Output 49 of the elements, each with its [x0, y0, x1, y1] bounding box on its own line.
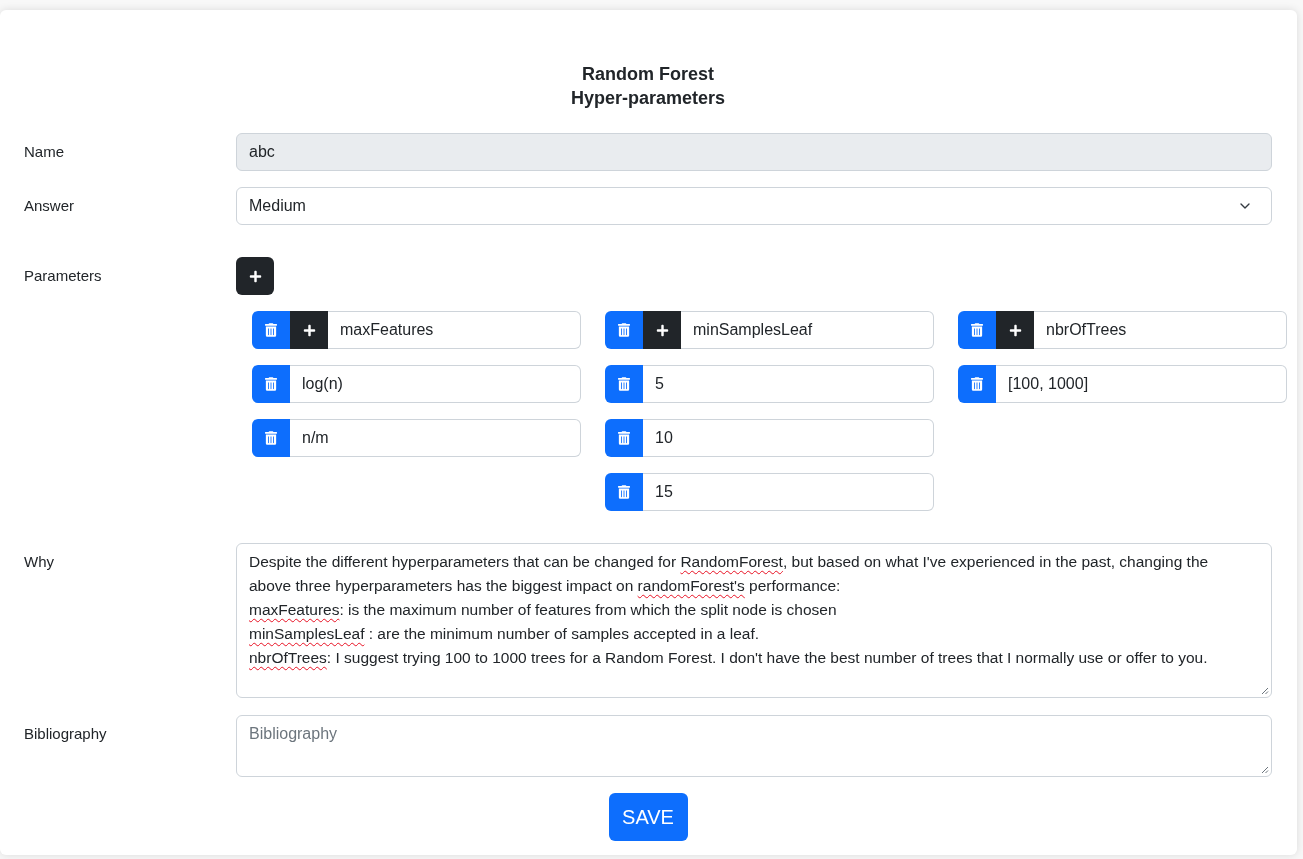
input-field[interactable]: [100, 1000]	[996, 365, 1287, 403]
trash-icon	[618, 377, 630, 391]
delete-button[interactable]	[605, 365, 643, 403]
plus-icon	[655, 323, 669, 337]
delete-button[interactable]	[252, 311, 290, 349]
field-label: Answer	[24, 195, 75, 216]
add-button[interactable]	[290, 311, 328, 349]
delete-button[interactable]	[605, 473, 643, 511]
text-area-content: Despite the different hyperparameters that can be changed for RandomForest, but based on what I've experienced in the past, changing the above three hyperparameters has the biggest impact on randomForest's performance: maxFeatures: is the maximum number of features from which the split node is chosen minSamplesLeaf : are the minimum number of samples accepted in a leaf. nbrOfTrees: I suggest trying 100 to 1000 trees for a Random Forest. I don't have the best number of trees that I normally use or offer to you.	[249, 552, 1210, 668]
trash-icon	[971, 323, 983, 337]
trash-icon	[265, 323, 277, 337]
text-area[interactable]	[236, 543, 1272, 698]
field-label: Name	[24, 141, 64, 162]
delete-button[interactable]	[958, 311, 996, 349]
input-field[interactable]: minSamplesLeaf	[681, 311, 934, 349]
plus-icon	[248, 269, 262, 283]
save-button[interactable]: SAVE	[608, 793, 688, 841]
add-button[interactable]	[643, 311, 681, 349]
delete-button[interactable]	[605, 311, 643, 349]
input-field[interactable]: 15	[643, 473, 934, 511]
resize-handle-icon[interactable]	[1261, 687, 1269, 695]
resize-handle-icon[interactable]	[1261, 766, 1269, 774]
add-button[interactable]	[236, 257, 274, 295]
dropdown-field[interactable]: Medium	[236, 187, 1272, 225]
delete-button[interactable]	[605, 419, 643, 457]
input-field[interactable]: maxFeatures	[328, 311, 581, 349]
plus-icon	[1008, 323, 1022, 337]
delete-button[interactable]	[958, 365, 996, 403]
plus-icon	[302, 323, 316, 337]
field-label: Parameters	[24, 265, 102, 286]
field-label: Bibliography	[24, 723, 107, 744]
trash-icon	[618, 485, 630, 499]
input-field[interactable]: 5	[643, 365, 934, 403]
trash-icon	[265, 377, 277, 391]
placeholder-text: Bibliography	[249, 725, 338, 742]
form-title: Random Forest Hyper-parameters	[569, 63, 727, 110]
trash-icon	[618, 431, 630, 445]
trash-icon	[618, 323, 630, 337]
text-area[interactable]: Bibliography	[236, 715, 1272, 777]
trash-icon	[265, 431, 277, 445]
input-field[interactable]: n/m	[290, 419, 581, 457]
input-field[interactable]: log(n)	[290, 365, 581, 403]
input-field[interactable]: 10	[643, 419, 934, 457]
add-button[interactable]	[996, 311, 1034, 349]
field-label: Why	[24, 551, 54, 572]
delete-button[interactable]	[252, 419, 290, 457]
input-field[interactable]: nbrOfTrees	[1034, 311, 1287, 349]
delete-button[interactable]	[252, 365, 290, 403]
trash-icon	[971, 377, 983, 391]
